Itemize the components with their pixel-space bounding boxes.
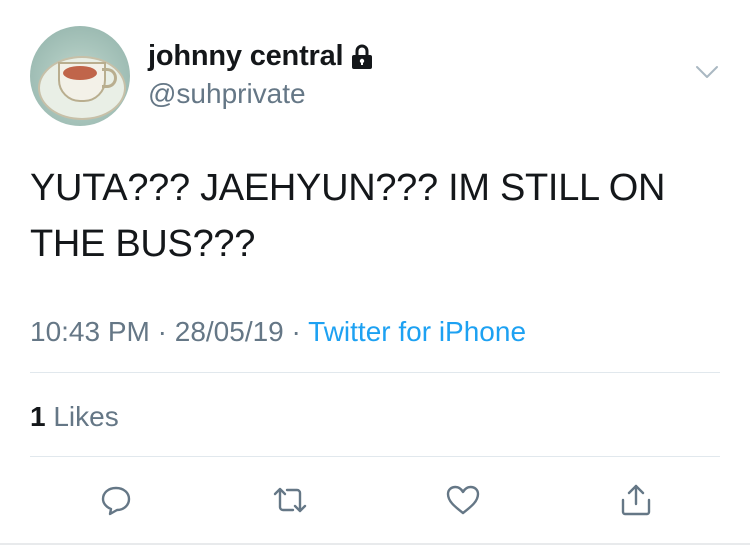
divider xyxy=(30,372,720,373)
user-handle: @suhprivate xyxy=(148,78,306,109)
meta-separator: · xyxy=(291,316,301,347)
user-name-row[interactable]: johnny central xyxy=(148,40,373,73)
display-name: johnny central xyxy=(148,40,344,72)
likes-count: 1 xyxy=(30,401,46,432)
tweet-text: YUTA??? JAEHYUN??? IM STILL ON THE BUS??… xyxy=(30,167,666,265)
retweet-icon[interactable] xyxy=(268,478,312,522)
divider xyxy=(30,456,720,457)
chevron-down-icon[interactable] xyxy=(694,62,720,82)
action-bar xyxy=(0,478,750,524)
meta-separator: · xyxy=(157,316,167,347)
like-icon[interactable] xyxy=(441,478,485,522)
tweet-source-link[interactable]: Twitter for iPhone xyxy=(308,316,526,347)
avatar[interactable] xyxy=(30,26,130,126)
likes-label: Likes xyxy=(53,401,119,432)
share-icon[interactable] xyxy=(614,478,658,522)
tweet-date: 28/05/19 xyxy=(174,316,284,347)
likes-stat[interactable]: 1 Likes xyxy=(30,401,119,433)
lock-icon xyxy=(351,44,373,70)
reply-icon[interactable] xyxy=(94,478,138,522)
tweet-time: 10:43 PM xyxy=(30,316,150,347)
tweet-meta: 10:43 PM · 28/05/19 · Twitter for iPhone xyxy=(30,316,526,348)
avatar-tea xyxy=(63,66,97,80)
